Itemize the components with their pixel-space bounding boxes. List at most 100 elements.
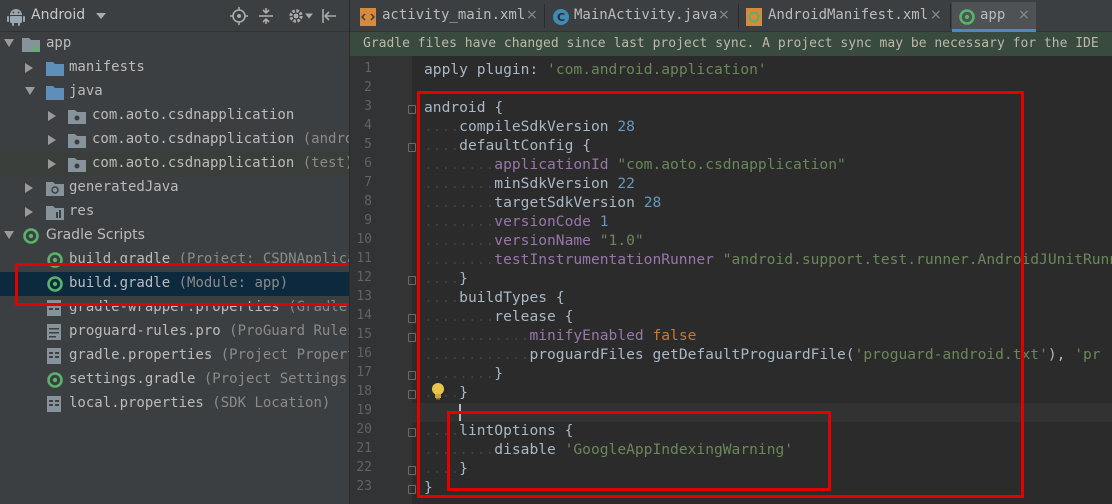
tab-divider xyxy=(950,4,951,28)
chevron-down-icon[interactable] xyxy=(25,87,35,95)
generated-folder-icon xyxy=(46,182,64,196)
close-icon[interactable]: × xyxy=(930,7,942,23)
tab-activity-main-xml[interactable]: activity_main.xml × xyxy=(354,2,542,32)
chevron-right-icon[interactable] xyxy=(48,135,56,145)
chevron-right-icon[interactable] xyxy=(48,159,56,169)
tree-item-gradle-properties[interactable]: gradle.properties (Project Properti xyxy=(0,344,349,368)
java-class-icon: C xyxy=(553,9,569,25)
tree-item-label: local.properties (SDK Location) xyxy=(69,395,331,411)
gradle-icon xyxy=(47,372,63,388)
svg-text:C: C xyxy=(557,11,565,24)
hide-panel-icon[interactable] xyxy=(320,7,338,25)
tree-item-label: res xyxy=(69,203,95,219)
properties-file-icon xyxy=(47,396,61,412)
line-number: 13 xyxy=(356,289,372,304)
gradle-sync-notification: Gradle files have changed since last pro… xyxy=(350,32,1112,56)
tree-item-proguard-rules[interactable]: proguard-rules.pro (ProGuard Rules xyxy=(0,320,349,344)
folder-icon xyxy=(46,86,64,100)
manifest-icon xyxy=(746,8,762,26)
resource-folder-icon xyxy=(46,206,64,220)
package-icon xyxy=(68,158,86,172)
tree-item-label: gradle.properties (Project Properti xyxy=(69,347,349,363)
line-number: 23 xyxy=(356,479,372,494)
text-file-icon xyxy=(47,324,61,340)
line-number: 2 xyxy=(364,80,372,95)
tree-item-gradle-scripts[interactable]: Gradle Scripts xyxy=(0,224,349,248)
chevron-right-icon[interactable] xyxy=(25,63,33,73)
chevron-right-icon[interactable] xyxy=(48,111,56,121)
close-icon[interactable]: × xyxy=(526,7,538,23)
highlight-box-lintoptions xyxy=(447,411,831,491)
line-number: 18 xyxy=(356,384,372,399)
tree-item-generatedjava[interactable]: generatedJava xyxy=(0,176,349,200)
tree-item-package-test[interactable]: com.aoto.csdnapplication (test) xyxy=(0,152,349,176)
package-icon xyxy=(68,110,86,124)
tree-item-label: Gradle Scripts xyxy=(46,227,145,243)
code-editor[interactable]: apply plugin: 'com.android.application' … xyxy=(412,56,1112,504)
line-number: 6 xyxy=(364,156,372,171)
tab-androidmanifest-xml[interactable]: AndroidManifest.xml × xyxy=(740,2,948,32)
editor-tab-bar: activity_main.xml × C MainActivity.java … xyxy=(350,0,1112,32)
line-number: 12 xyxy=(356,270,372,285)
chevron-down-icon[interactable] xyxy=(4,231,14,239)
line-number: 9 xyxy=(364,213,372,228)
properties-file-icon xyxy=(47,348,61,364)
tree-item-label: generatedJava xyxy=(69,179,179,195)
tree-item-local-properties[interactable]: local.properties (SDK Location) xyxy=(0,392,349,416)
gear-icon[interactable] xyxy=(287,7,305,25)
project-tool-window: Android app manifests java com.aoto.csdn… xyxy=(0,0,349,504)
tree-item-manifests[interactable]: manifests xyxy=(0,56,349,80)
tab-divider xyxy=(738,4,739,28)
line-number: 16 xyxy=(356,346,372,361)
chevron-right-icon[interactable] xyxy=(25,183,33,193)
tab-divider xyxy=(544,4,545,28)
gradle-icon xyxy=(23,228,39,244)
project-panel-header: Android xyxy=(0,0,349,32)
tab-label: MainActivity.java xyxy=(574,7,718,23)
tree-item-res[interactable]: res xyxy=(0,200,349,224)
line-number: 4 xyxy=(364,118,372,133)
tree-item-label: settings.gradle (Project Settings) xyxy=(69,371,349,387)
tree-item-settings-gradle[interactable]: settings.gradle (Project Settings) xyxy=(0,368,349,392)
tree-item-package-main[interactable]: com.aoto.csdnapplication xyxy=(0,104,349,128)
line-number: 14 xyxy=(356,308,372,323)
line-number: 19 xyxy=(356,403,372,418)
project-view-selector[interactable]: Android xyxy=(31,7,85,23)
collapse-all-icon[interactable] xyxy=(257,7,275,25)
line-number: 8 xyxy=(364,194,372,209)
line-number: 3 xyxy=(364,99,372,114)
package-icon xyxy=(68,134,86,148)
gradle-icon xyxy=(959,9,975,25)
chevron-down-icon[interactable] xyxy=(305,13,313,19)
tree-item-label: app xyxy=(46,35,72,51)
line-number: 11 xyxy=(356,251,372,266)
highlight-box-build-gradle xyxy=(15,263,349,306)
tree-item-package-androidtest[interactable]: com.aoto.csdnapplication (androi xyxy=(0,128,349,152)
tree-item-app[interactable]: app xyxy=(0,32,349,56)
tab-label: app xyxy=(980,7,1006,23)
tab-mainactivity-java[interactable]: C MainActivity.java × xyxy=(546,2,736,32)
tree-item-label: proguard-rules.pro (ProGuard Rules xyxy=(69,323,349,339)
tree-item-label: com.aoto.csdnapplication (test) xyxy=(92,155,349,171)
tree-item-java[interactable]: java xyxy=(0,80,349,104)
line-number: 20 xyxy=(356,422,372,437)
line-number: 5 xyxy=(364,137,372,152)
close-icon[interactable]: × xyxy=(718,7,730,23)
xml-layout-icon xyxy=(360,8,376,26)
locate-file-icon[interactable] xyxy=(230,7,248,25)
line-number: 21 xyxy=(356,441,372,456)
tab-app-gradle[interactable]: app × xyxy=(952,2,1036,32)
editor-area: activity_main.xml × C MainActivity.java … xyxy=(349,0,1112,504)
line-number: 10 xyxy=(356,232,372,247)
chevron-down-icon[interactable] xyxy=(96,13,106,19)
code-line-1: apply plugin: 'com.android.application' xyxy=(424,61,767,78)
line-number: 7 xyxy=(364,175,372,190)
module-folder-icon xyxy=(22,38,40,52)
tree-item-label: com.aoto.csdnapplication xyxy=(92,107,295,123)
close-icon[interactable]: × xyxy=(1018,7,1030,23)
chevron-right-icon[interactable] xyxy=(25,207,33,217)
line-number: 22 xyxy=(356,460,372,475)
folder-icon xyxy=(46,62,64,76)
editor-gutter: 1 2 3 4 5 6 7 8 9 10 11 12 13 14 15 16 1… xyxy=(350,56,416,504)
chevron-down-icon[interactable] xyxy=(4,39,14,47)
